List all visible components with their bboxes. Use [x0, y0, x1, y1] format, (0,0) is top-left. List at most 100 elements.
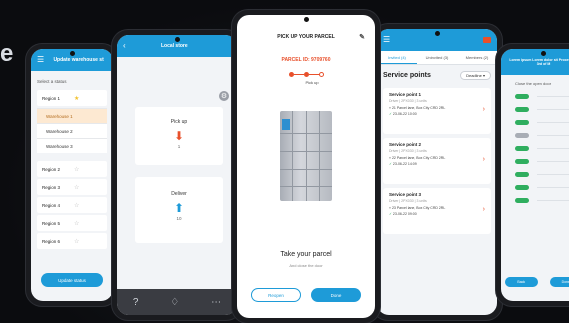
divider: [537, 122, 569, 123]
more-nav[interactable]: ⋯: [211, 297, 221, 308]
toggle-switch[interactable]: [515, 146, 529, 151]
pickup-label: Pick up: [170, 119, 188, 125]
toggle-row: [501, 181, 569, 194]
menu-icon[interactable]: ☰: [383, 36, 390, 44]
edit-icon[interactable]: ✎: [359, 33, 365, 41]
arrow-down-icon: ⬇: [173, 129, 185, 143]
close-door-text: And close the door: [289, 263, 323, 268]
section-title: Service points: [383, 72, 431, 79]
step-line: [308, 74, 319, 75]
star-outline-icon[interactable]: ☆: [74, 184, 79, 191]
region-item-1[interactable]: Region 1 ★: [37, 90, 107, 106]
region-label: Region 4: [42, 202, 61, 208]
app-title: Lorem ipsum Lorem dolor sit Processing 3…: [509, 58, 569, 66]
card-title: Service point 3: [389, 192, 422, 197]
divider: [537, 187, 569, 188]
toggle-list: [501, 90, 569, 207]
star-outline-icon[interactable]: ☆: [74, 166, 79, 173]
pickup-panel[interactable]: Pick up ⬇ 1: [135, 107, 223, 165]
star-outline-icon[interactable]: ☆: [74, 238, 79, 245]
deliver-panel[interactable]: Deliver ⬆ 10: [135, 177, 223, 243]
check-icon: ✓: [389, 162, 392, 166]
toggle-row: [501, 90, 569, 103]
done-button[interactable]: Done: [311, 288, 361, 302]
divider: [537, 135, 569, 136]
toggle-switch[interactable]: [515, 94, 529, 99]
marketing-stage: e ☰ Update warehouse st Select a status …: [0, 0, 569, 323]
tab-uninvited[interactable]: Uninvited (3): [417, 51, 457, 64]
deliver-label: Deliver: [171, 191, 187, 197]
update-status-button[interactable]: Update status: [41, 273, 103, 287]
region-item-2[interactable]: Region 2 ☆: [37, 161, 107, 177]
region-item-6[interactable]: Region 6 ☆: [37, 233, 107, 249]
take-parcel-title: Take your parcel: [280, 251, 332, 258]
screen: ☰ Update warehouse st Select a status Re…: [31, 49, 113, 301]
toggle-switch[interactable]: [515, 172, 529, 177]
divider: [537, 109, 569, 110]
chevron-right-icon[interactable]: ›: [483, 206, 485, 213]
divider: [537, 161, 569, 162]
phone-local-store: ‹ Local store ⚙ Pick up ⬇ 1 Deliver ⬆ 10…: [112, 30, 242, 320]
arrow-up-icon: ⬆: [173, 201, 185, 215]
card-title: Service point 2: [389, 142, 422, 147]
screen: ☰ Invited (4) Uninvited (3) Members (2) …: [377, 29, 497, 315]
camera-icon: [174, 37, 180, 42]
toggle-row: [501, 168, 569, 181]
star-icon[interactable]: ★: [74, 95, 79, 102]
card-address: ⌖ 21 Parcel lane, Box City CRD 2RL: [389, 106, 446, 110]
chevron-right-icon[interactable]: ›: [483, 156, 485, 163]
back-button[interactable]: Back: [505, 277, 538, 287]
action-buttons: Back Done: [505, 277, 569, 287]
back-arrow-icon[interactable]: ‹: [123, 42, 126, 50]
region-label: Region 3: [42, 184, 61, 190]
card-date: ✓ 23-06-22 14:09: [389, 162, 417, 166]
toggle-switch[interactable]: [515, 120, 529, 125]
logo-icon: [483, 37, 491, 43]
star-outline-icon[interactable]: ☆: [74, 202, 79, 209]
warehouse-item-2[interactable]: Warehouse 2: [37, 123, 107, 138]
tab-invited[interactable]: Invited (4): [377, 51, 417, 64]
region-label: Region 5: [42, 220, 61, 226]
menu-icon[interactable]: ☰: [37, 56, 44, 64]
toggle-switch[interactable]: [515, 198, 529, 203]
toggle-switch[interactable]: [515, 159, 529, 164]
deliver-count: 10: [176, 216, 182, 221]
region-label: Region 1: [42, 95, 61, 101]
done-button[interactable]: Done: [549, 277, 569, 287]
screen: Lorem ipsum Lorem dolor sit Processing 3…: [501, 49, 569, 301]
settings-icon[interactable]: ⚙: [219, 91, 229, 101]
warehouse-item-1[interactable]: Warehouse 1: [37, 108, 107, 123]
card-date: ✓ 23-06-22 10:00: [389, 112, 417, 116]
star-outline-icon[interactable]: ☆: [74, 220, 79, 227]
toggle-row: [501, 194, 569, 207]
service-point-card[interactable]: Service point 1 Driver | 2PX030 | 3 unit…: [383, 88, 491, 134]
app-title: Update warehouse st: [53, 57, 104, 63]
toggle-switch[interactable]: [515, 107, 529, 112]
card-title: Service point 1: [389, 92, 422, 97]
sort-dropdown[interactable]: Deadline ▾: [460, 71, 491, 80]
reopen-button[interactable]: Reopen: [251, 288, 301, 302]
service-point-card[interactable]: Service point 3 Driver | 2PX030 | 3 unit…: [383, 188, 491, 234]
toggle-switch[interactable]: [515, 185, 529, 190]
camera-icon: [434, 31, 440, 36]
screen: ‹ Local store ⚙ Pick up ⬇ 1 Deliver ⬆ 10…: [117, 35, 237, 315]
region-item-3[interactable]: Region 3 ☆: [37, 179, 107, 195]
tab-members[interactable]: Members (2): [457, 51, 497, 64]
toggle-row: [501, 142, 569, 155]
warehouse-item-3[interactable]: Warehouse 3: [37, 138, 107, 153]
card-address: ⌖ 22 Parcel lane, Box City CRD 2RL: [389, 156, 446, 160]
toggle-row: [501, 103, 569, 116]
toggle-row: [501, 116, 569, 129]
toggle-switch[interactable]: [515, 133, 529, 138]
tab-bar: Invited (4) Uninvited (3) Members (2): [377, 51, 497, 65]
lightbulb-icon: ♢: [170, 296, 180, 308]
sort-value: Deadline: [466, 73, 482, 78]
lightbulb-nav[interactable]: ♢: [170, 297, 179, 308]
chevron-right-icon[interactable]: ›: [483, 106, 485, 113]
service-points-header: Service points Deadline ▾: [377, 65, 497, 84]
region-item-4[interactable]: Region 4 ☆: [37, 197, 107, 213]
help-nav[interactable]: ?: [133, 297, 139, 308]
region-item-5[interactable]: Region 5 ☆: [37, 215, 107, 231]
service-point-card[interactable]: Service point 2 Driver | 2PX030 | 3 unit…: [383, 138, 491, 184]
phone-door-toggles: Lorem ipsum Lorem dolor sit Processing 3…: [496, 44, 569, 306]
